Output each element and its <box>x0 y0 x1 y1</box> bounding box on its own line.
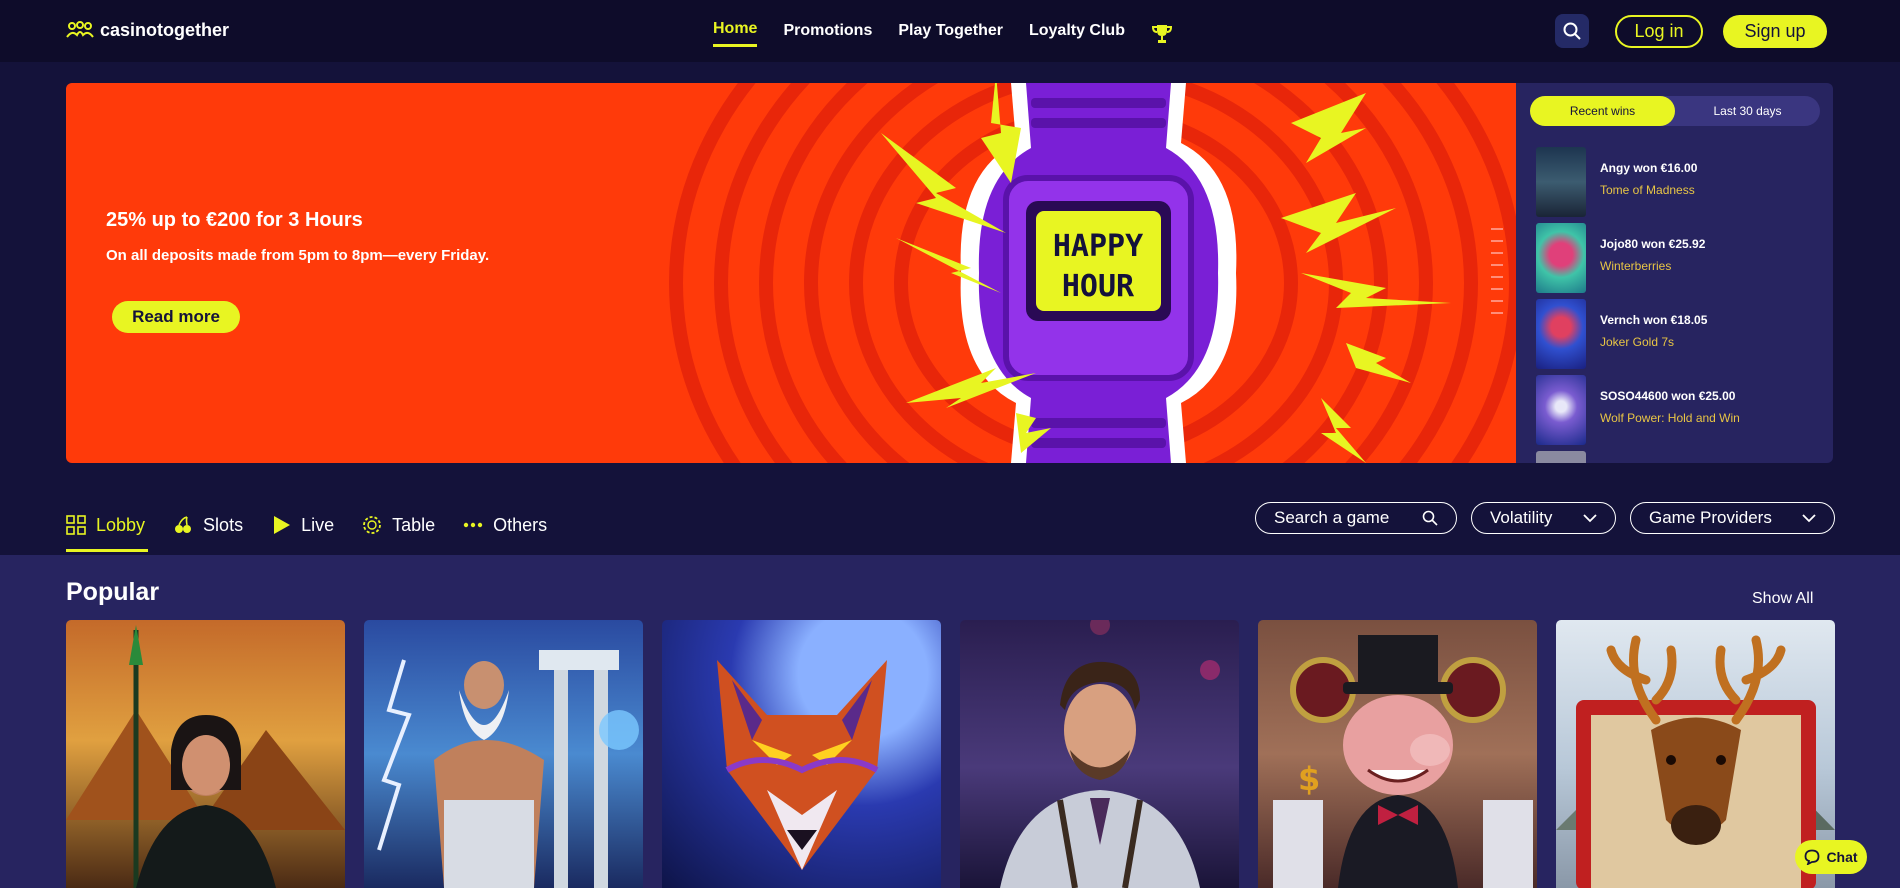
chevron-down-icon <box>1802 514 1816 523</box>
win-title: Angy won €16.00 <box>1600 161 1698 175</box>
promo-banner[interactable]: HAPPY HOUR 25% up to €200 for 3 Hours On… <box>66 83 1516 463</box>
win-item[interactable]: Angy won €16.00 Tome of Madness <box>1536 147 1740 223</box>
chat-bubble-icon <box>1805 849 1820 865</box>
nav-promotions[interactable]: Promotions <box>783 22 872 46</box>
tab-label: Others <box>493 514 548 535</box>
category-tabs: Lobby Slots Live Table Others <box>66 508 547 552</box>
game-providers-dropdown[interactable]: Game Providers <box>1630 502 1835 534</box>
pagination-dot[interactable] <box>1491 240 1503 242</box>
tab-label: Table <box>392 514 436 535</box>
search-icon <box>1563 22 1581 40</box>
providers-label: Game Providers <box>1649 508 1772 527</box>
win-item[interactable]: Jojo80 won €25.92 Winterberries <box>1536 223 1740 299</box>
game-artwork <box>1000 620 1220 888</box>
tab-lobby[interactable]: Lobby <box>66 508 149 552</box>
nav-loyalty-club[interactable]: Loyalty Club <box>1029 22 1125 46</box>
logo[interactable]: casinotogether <box>66 20 229 41</box>
tab-label: Live <box>301 514 335 535</box>
pagination-dot[interactable] <box>1491 288 1503 290</box>
game-thumbnail[interactable] <box>1536 451 1586 463</box>
recent-wins-panel: Recent wins Last 30 days Angy won €16.00… <box>1516 83 1833 463</box>
pagination-dot[interactable] <box>1491 300 1503 302</box>
game-artwork: $ <box>1273 635 1533 888</box>
section-title: Popular <box>66 578 160 606</box>
win-item[interactable] <box>1536 451 1740 463</box>
game-thumbnail[interactable] <box>1536 223 1586 293</box>
search-game-field[interactable]: Search a game <box>1255 502 1457 534</box>
trophy-icon[interactable] <box>1151 23 1173 45</box>
game-artwork <box>66 625 345 888</box>
game-artwork <box>717 660 887 870</box>
site-header: casinotogether Home Promotions Play Toge… <box>0 0 1900 62</box>
chip-icon <box>363 516 382 534</box>
cherry-icon <box>175 516 192 533</box>
chat-label: Chat <box>1826 849 1858 865</box>
tab-live[interactable]: Live <box>271 508 334 542</box>
grid-icon <box>66 515 86 535</box>
game-filters: Search a game Volatility Game Providers <box>1255 502 1835 534</box>
win-game[interactable]: Joker Gold 7s <box>1600 335 1707 349</box>
game-tile[interactable] <box>662 620 941 888</box>
tab-label: Lobby <box>96 514 146 535</box>
nav-home[interactable]: Home <box>713 20 758 47</box>
game-artwork <box>377 650 639 888</box>
game-tiles: $ <box>66 620 1835 888</box>
banner-pagination[interactable] <box>1491 228 1503 314</box>
tab-label: Slots <box>203 514 244 535</box>
win-game[interactable]: Winterberries <box>1600 259 1705 273</box>
win-item[interactable]: SOSO44600 won €25.00 Wolf Power: Hold an… <box>1536 375 1740 451</box>
happy-hour-artwork: HAPPY HOUR <box>669 83 1516 463</box>
game-tile[interactable] <box>66 620 345 888</box>
volatility-dropdown[interactable]: Volatility <box>1471 502 1616 534</box>
pagination-dot[interactable] <box>1491 312 1503 314</box>
win-item[interactable]: Vernch won €18.05 Joker Gold 7s <box>1536 299 1740 375</box>
game-tile[interactable] <box>1556 620 1835 888</box>
play-icon <box>274 516 291 534</box>
signup-button[interactable]: Sign up <box>1723 15 1827 48</box>
logo-text: casinotogether <box>100 20 230 40</box>
tab-table[interactable]: Table <box>362 508 435 542</box>
wins-list: Angy won €16.00 Tome of Madness Jojo80 w… <box>1536 147 1740 463</box>
search-button[interactable] <box>1555 14 1589 48</box>
game-tile[interactable] <box>364 620 643 888</box>
win-title: Vernch won €18.05 <box>1600 313 1708 327</box>
win-title: SOSO44600 won €25.00 <box>1600 389 1736 403</box>
pagination-dot[interactable] <box>1491 264 1503 266</box>
tab-last-30-days[interactable]: Last 30 days <box>1675 96 1820 126</box>
svg-text:$: $ <box>1298 760 1320 798</box>
tab-recent-wins[interactable]: Recent wins <box>1530 96 1675 126</box>
watch-text-happy: HAPPY <box>1053 229 1143 264</box>
game-thumbnail[interactable] <box>1536 147 1586 217</box>
logo-people-icon <box>66 20 94 38</box>
banner-title: 25% up to €200 for 3 Hours <box>106 209 363 231</box>
tab-slots[interactable]: Slots <box>173 508 243 542</box>
volatility-label: Volatility <box>1490 508 1553 527</box>
read-more-button[interactable]: Read more <box>112 301 240 333</box>
search-icon <box>1422 510 1438 526</box>
pagination-dot[interactable] <box>1491 228 1503 230</box>
wins-tabs: Recent wins Last 30 days <box>1530 96 1820 126</box>
tab-others[interactable]: Others <box>463 508 547 542</box>
pagination-dot[interactable] <box>1491 252 1503 254</box>
login-button[interactable]: Log in <box>1615 15 1703 48</box>
more-dots-icon <box>463 522 483 528</box>
win-game[interactable]: Wolf Power: Hold and Win <box>1600 411 1740 425</box>
chat-button[interactable]: Chat <box>1795 840 1867 874</box>
pagination-dot[interactable] <box>1491 276 1503 278</box>
game-thumbnail[interactable] <box>1536 375 1586 445</box>
win-game[interactable]: Tome of Madness <box>1600 183 1697 197</box>
game-artwork <box>1556 635 1835 888</box>
win-title: Jojo80 won €25.92 <box>1600 237 1706 251</box>
nav-play-together[interactable]: Play Together <box>898 22 1003 46</box>
game-thumbnail[interactable] <box>1536 299 1586 369</box>
banner-subtitle: On all deposits made from 5pm to 8pm—eve… <box>106 247 490 264</box>
main-nav: Home Promotions Play Together Loyalty Cl… <box>713 20 1173 47</box>
game-tile[interactable]: $ <box>1258 620 1537 888</box>
chevron-down-icon <box>1583 514 1597 523</box>
show-all-link[interactable]: Show All <box>1752 590 1813 608</box>
watch-text-hour: HOUR <box>1062 269 1135 304</box>
search-game-label: Search a game <box>1274 508 1390 527</box>
game-tile[interactable] <box>960 620 1239 888</box>
